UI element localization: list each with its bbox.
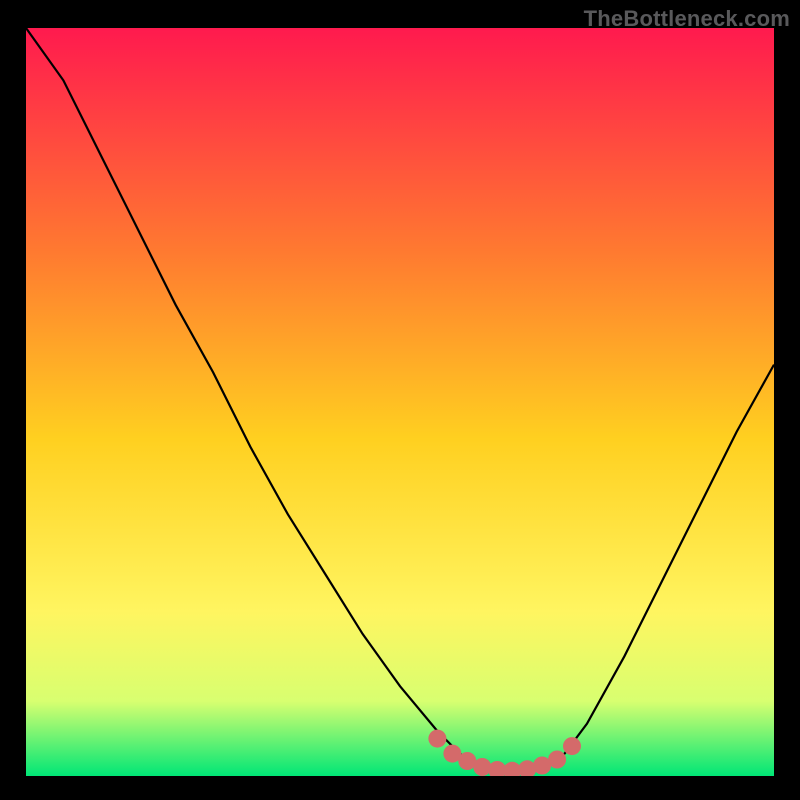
bottleneck-chart xyxy=(26,28,774,776)
plot-area xyxy=(26,28,774,776)
highlight-marker xyxy=(563,737,581,755)
highlight-marker xyxy=(428,730,446,748)
highlight-marker xyxy=(473,758,491,776)
chart-frame: TheBottleneck.com xyxy=(0,0,800,800)
highlight-marker xyxy=(548,751,566,769)
gradient-background xyxy=(26,28,774,776)
